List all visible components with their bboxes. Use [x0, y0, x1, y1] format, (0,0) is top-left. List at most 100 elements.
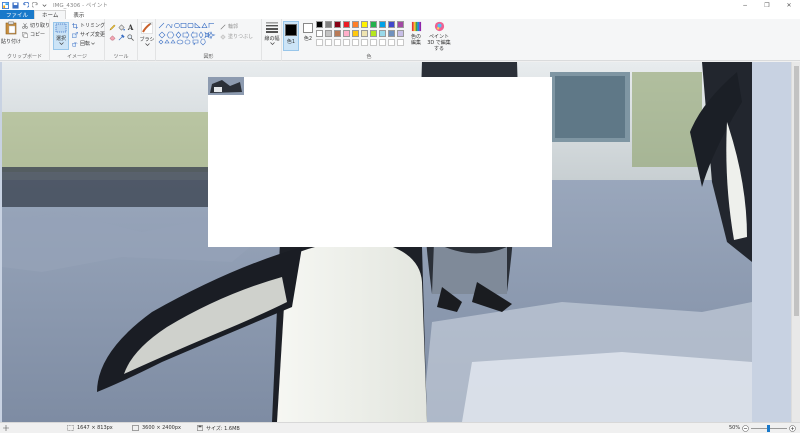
window-controls: − ❐ ✕ — [734, 0, 800, 10]
line-width-button[interactable]: 線の幅 — [264, 22, 280, 45]
chevron-down-icon — [58, 42, 64, 45]
cut-button[interactable]: 切り取り — [22, 22, 50, 29]
palette-swatch[interactable] — [397, 21, 404, 28]
close-button[interactable]: ✕ — [778, 0, 800, 10]
palette-swatch-empty[interactable] — [370, 39, 377, 46]
zoom-slider[interactable] — [751, 425, 787, 432]
color-picker-icon[interactable] — [118, 34, 125, 41]
palette-swatch[interactable] — [343, 21, 350, 28]
shapes-gallery[interactable] — [158, 22, 222, 46]
chevron-down-icon — [144, 43, 150, 46]
scrollbar-thumb[interactable] — [794, 66, 799, 316]
edit-colors-button[interactable]: 色の編集 — [409, 21, 423, 46]
palette-swatch[interactable] — [352, 21, 359, 28]
palette-swatch-empty[interactable] — [352, 39, 359, 46]
minimize-button[interactable]: − — [734, 0, 756, 10]
image-size-icon — [132, 425, 139, 431]
maximize-button[interactable]: ❐ — [756, 0, 778, 10]
title-bar: IMG_4306 - ペイント − ❐ ✕ — [0, 0, 800, 10]
fill-dropdown[interactable]: 塗りつぶし — [220, 33, 253, 40]
selection-size-value: 1647 × 813px — [77, 425, 113, 431]
paste-label: 貼り付け — [1, 39, 22, 45]
image-size: 3600 × 2400px — [132, 425, 181, 431]
zoom-in-button[interactable] — [789, 424, 796, 432]
palette-swatch[interactable] — [379, 30, 386, 37]
eraser-icon[interactable] — [109, 34, 116, 41]
zoom-out-button[interactable] — [742, 424, 749, 432]
palette-swatch[interactable] — [316, 21, 323, 28]
palette-swatch[interactable] — [379, 21, 386, 28]
paint3d-button[interactable]: ペイント 3D で編集する — [425, 21, 453, 52]
palette-swatch-empty[interactable] — [397, 39, 404, 46]
line-width-group: 線の幅 — [262, 19, 282, 61]
text-tool-icon[interactable]: A — [127, 24, 134, 31]
palette-swatch[interactable] — [388, 21, 395, 28]
pencil-icon[interactable] — [109, 24, 116, 31]
palette-swatch[interactable] — [316, 30, 323, 37]
color1-button[interactable]: 色1 — [283, 21, 299, 51]
redo-icon[interactable] — [32, 1, 39, 9]
rotate-icon — [72, 41, 78, 46]
customize-qat-icon[interactable] — [42, 2, 47, 9]
copy-button[interactable]: コピー — [22, 31, 45, 38]
color-wheel-icon — [411, 21, 421, 32]
color1-swatch — [285, 24, 297, 36]
palette-swatch[interactable] — [343, 30, 350, 37]
cut-label: 切り取り — [30, 23, 51, 29]
palette-swatch[interactable] — [388, 30, 395, 37]
palette-swatch[interactable] — [334, 30, 341, 37]
resize-button[interactable]: サイズ変更 — [72, 31, 105, 38]
zoom-slider-thumb[interactable] — [766, 425, 770, 432]
image-group: 選択 トリミング サイズ変更 回転 イメージ — [50, 19, 105, 61]
outline-dropdown[interactable]: 輪郭 — [220, 23, 238, 30]
disk-icon — [197, 425, 203, 431]
palette-swatch[interactable] — [334, 21, 341, 28]
image-canvas[interactable] — [2, 62, 752, 422]
undo-icon[interactable] — [22, 1, 29, 9]
brush-button[interactable]: ブラシ — [139, 22, 155, 46]
rotate-button[interactable]: 回転 — [72, 40, 95, 47]
paste-button[interactable]: 貼り付け — [1, 21, 22, 45]
chevron-down-icon — [91, 42, 95, 45]
vertical-scrollbar[interactable] — [791, 62, 800, 422]
fill-icon — [220, 33, 226, 40]
palette-swatch-empty[interactable] — [388, 39, 395, 46]
magnifier-icon[interactable] — [127, 34, 134, 41]
tab-view[interactable]: 表示 — [66, 10, 91, 19]
clipboard-icon — [5, 21, 17, 35]
palette-swatch[interactable] — [397, 30, 404, 37]
palette-swatch[interactable] — [325, 30, 332, 37]
palette-swatch[interactable] — [370, 30, 377, 37]
shapes-group-label: 図形 — [203, 54, 214, 60]
resize-icon — [72, 31, 78, 38]
crop-button[interactable]: トリミング — [72, 22, 105, 29]
selection-size-icon — [67, 425, 74, 431]
tab-file[interactable]: ファイル — [0, 10, 35, 19]
paint3d-label: ペイント 3D で編集する — [427, 34, 451, 52]
copy-icon — [22, 31, 28, 38]
svg-text:A: A — [127, 24, 134, 31]
palette-swatch[interactable] — [361, 30, 368, 37]
window-title: IMG_4306 - ペイント — [53, 3, 108, 9]
palette-swatch-empty[interactable] — [343, 39, 350, 46]
tab-home[interactable]: ホーム — [34, 10, 67, 19]
cursor-position — [3, 425, 12, 431]
brush-icon — [141, 22, 153, 34]
palette-swatch[interactable] — [352, 30, 359, 37]
palette-swatch-empty[interactable] — [325, 39, 332, 46]
palette-swatch-empty[interactable] — [361, 39, 368, 46]
palette-swatch-empty[interactable] — [379, 39, 386, 46]
select-button[interactable]: 選択 — [53, 22, 69, 50]
palette-swatch-empty[interactable] — [334, 39, 341, 46]
palette-swatch[interactable] — [370, 21, 377, 28]
save-icon[interactable] — [12, 1, 19, 9]
file-size-value: サイズ: 1.6MB — [206, 425, 240, 432]
palette-swatch[interactable] — [325, 21, 332, 28]
colors-group-label: 色 — [366, 54, 372, 60]
palette-swatch[interactable] — [361, 21, 368, 28]
colors-group: 色1 色2 色の編集 ペイント 3D で編集する 色 — [282, 19, 456, 61]
zoom-out-icon — [742, 424, 749, 432]
fill-bucket-icon[interactable] — [118, 24, 125, 31]
palette-swatch-empty[interactable] — [316, 39, 323, 46]
color2-button[interactable]: 色2 — [301, 21, 315, 42]
